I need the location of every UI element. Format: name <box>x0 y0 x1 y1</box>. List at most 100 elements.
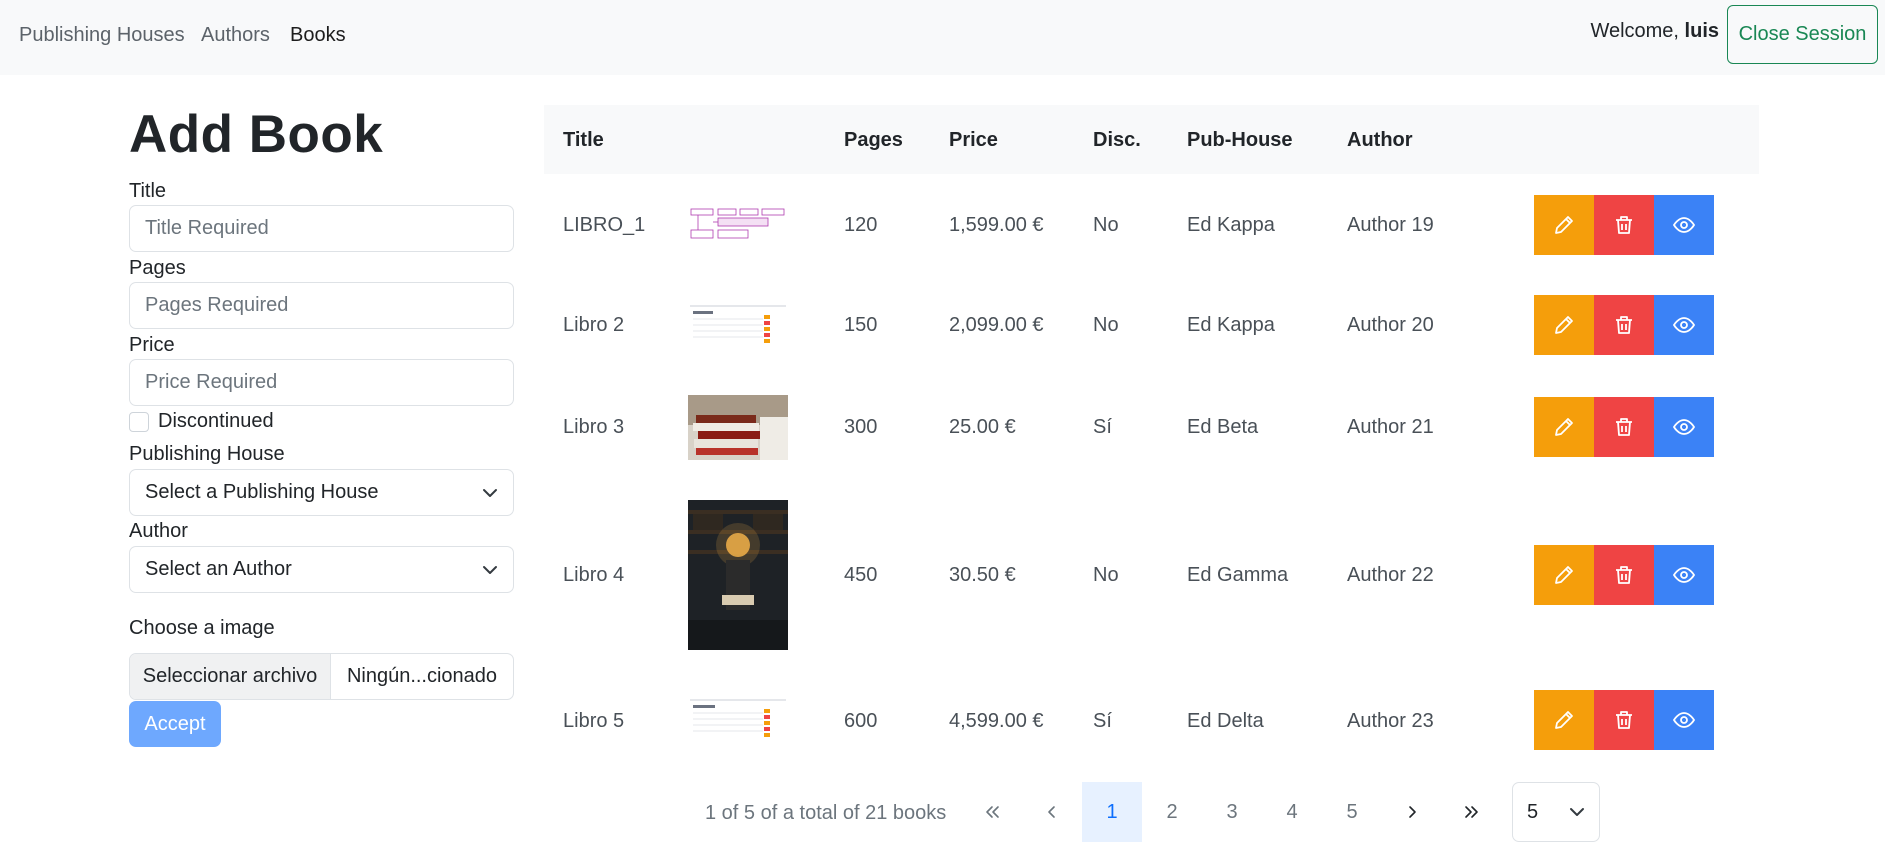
edit-button[interactable] <box>1534 195 1594 255</box>
book-thumbnail <box>688 500 788 650</box>
view-button[interactable] <box>1654 195 1714 255</box>
eye-icon <box>1672 317 1696 333</box>
cell-pages: 120 <box>844 214 878 236</box>
column-header-author: Author <box>1347 129 1413 151</box>
author-label: Author <box>129 520 188 542</box>
discontinued-checkbox[interactable] <box>129 412 149 432</box>
cell-disc: Sí <box>1093 710 1112 732</box>
page-button-3[interactable]: 3 <box>1202 782 1262 842</box>
page-button-5[interactable]: 5 <box>1322 782 1382 842</box>
cell-pubhouse: Ed Gamma <box>1187 564 1289 586</box>
edit-button[interactable] <box>1534 545 1594 605</box>
price-input[interactable]: Price Required <box>129 359 514 406</box>
navbar: Publishing Houses Authors Books Welcome,… <box>0 0 1885 75</box>
chevron-down-icon <box>1570 808 1584 816</box>
cell-disc: No <box>1093 564 1119 586</box>
price-label: Price <box>129 334 175 356</box>
view-button[interactable] <box>1654 397 1714 457</box>
prev-page-button[interactable] <box>1022 782 1082 842</box>
pencil-icon <box>1555 566 1573 584</box>
delete-button[interactable] <box>1594 397 1654 457</box>
author-select[interactable]: Select an Author <box>129 546 514 593</box>
pencil-icon <box>1555 711 1573 729</box>
image-file-input[interactable]: Seleccionar archivo Ningún...cionado <box>129 653 514 700</box>
nav-link-authors[interactable]: Authors <box>201 24 270 47</box>
username: luis <box>1684 20 1719 42</box>
cell-pubhouse: Ed Beta <box>1187 416 1259 438</box>
edit-button[interactable] <box>1534 690 1594 750</box>
trash-icon <box>1616 418 1632 436</box>
cell-price: 25.00 € <box>949 416 1016 438</box>
delete-button[interactable] <box>1594 690 1654 750</box>
file-name-text: Ningún...cionado <box>346 665 498 687</box>
delete-button[interactable] <box>1594 295 1654 355</box>
page-size-value: 5 <box>1527 800 1539 823</box>
page-button-4[interactable]: 4 <box>1262 782 1322 842</box>
view-button[interactable] <box>1654 545 1714 605</box>
cell-author: Author 23 <box>1347 710 1434 732</box>
chevron-right-icon <box>1409 806 1416 818</box>
cell-pubhouse: Ed Kappa <box>1187 214 1275 236</box>
accept-button[interactable]: Accept <box>129 701 221 747</box>
welcome-text: Welcome, luis <box>1590 20 1719 43</box>
close-session-button[interactable]: Close Session <box>1727 5 1878 64</box>
price-placeholder: Price Required <box>145 371 278 393</box>
view-button[interactable] <box>1654 295 1714 355</box>
column-header-price: Price <box>949 129 998 151</box>
pencil-icon <box>1555 216 1573 234</box>
book-thumbnail <box>688 205 788 243</box>
cell-title: Libro 5 <box>563 710 625 732</box>
page-button-1[interactable]: 1 <box>1082 782 1142 842</box>
column-header-pubhouse: Pub-House <box>1187 129 1293 151</box>
pages-label: Pages <box>129 257 186 279</box>
file-select-button[interactable]: Seleccionar archivo <box>130 654 331 699</box>
book-thumbnail <box>688 303 788 345</box>
last-page-button[interactable] <box>1442 782 1502 842</box>
edit-button[interactable] <box>1534 295 1594 355</box>
view-button[interactable] <box>1654 690 1714 750</box>
cell-author: Author 22 <box>1347 564 1434 586</box>
first-page-button[interactable] <box>962 782 1022 842</box>
cell-disc: No <box>1093 314 1119 336</box>
cell-pubhouse: Ed Kappa <box>1187 314 1275 336</box>
next-page-button[interactable] <box>1382 782 1442 842</box>
cell-pages: 600 <box>844 710 878 732</box>
cell-author: Author 21 <box>1347 416 1434 438</box>
edit-button[interactable] <box>1534 397 1594 457</box>
double-chevron-left-icon <box>986 806 999 818</box>
cell-disc: No <box>1093 214 1119 236</box>
nav-link-publishing-houses[interactable]: Publishing Houses <box>19 24 185 47</box>
eye-icon <box>1672 567 1696 583</box>
book-thumbnail <box>688 697 788 739</box>
publishing-house-selected: Select a Publishing House <box>145 481 379 503</box>
cell-title: Libro 4 <box>563 564 625 586</box>
eye-icon <box>1672 419 1696 435</box>
cell-title: Libro 2 <box>563 314 625 336</box>
pencil-icon <box>1555 316 1573 334</box>
cell-title: Libro 3 <box>563 416 625 438</box>
cell-pages: 450 <box>844 564 878 586</box>
cell-price: 1,599.00 € <box>949 214 1044 236</box>
cell-author: Author 20 <box>1347 314 1434 336</box>
column-header-title: Title <box>563 129 604 151</box>
pages-input[interactable]: Pages Required <box>129 282 514 329</box>
column-header-pages: Pages <box>844 129 903 151</box>
pencil-icon <box>1555 418 1573 436</box>
publishing-house-label: Publishing House <box>129 443 285 465</box>
pages-placeholder: Pages Required <box>145 294 289 316</box>
title-input[interactable]: Title Required <box>129 205 514 252</box>
delete-button[interactable] <box>1594 195 1654 255</box>
publishing-house-select[interactable]: Select a Publishing House <box>129 469 514 516</box>
delete-button[interactable] <box>1594 545 1654 605</box>
cell-author: Author 19 <box>1347 214 1434 236</box>
title-placeholder: Title Required <box>145 217 269 239</box>
trash-icon <box>1616 216 1632 234</box>
nav-link-books[interactable]: Books <box>290 24 346 47</box>
pagination-info: 1 of 5 of a total of 21 books <box>705 802 947 824</box>
cell-pages: 300 <box>844 416 878 438</box>
page-button-2[interactable]: 2 <box>1142 782 1202 842</box>
eye-icon <box>1672 712 1696 728</box>
page-size-select[interactable]: 5 <box>1512 782 1600 842</box>
chevron-down-icon <box>483 488 497 497</box>
title-label: Title <box>129 180 167 202</box>
